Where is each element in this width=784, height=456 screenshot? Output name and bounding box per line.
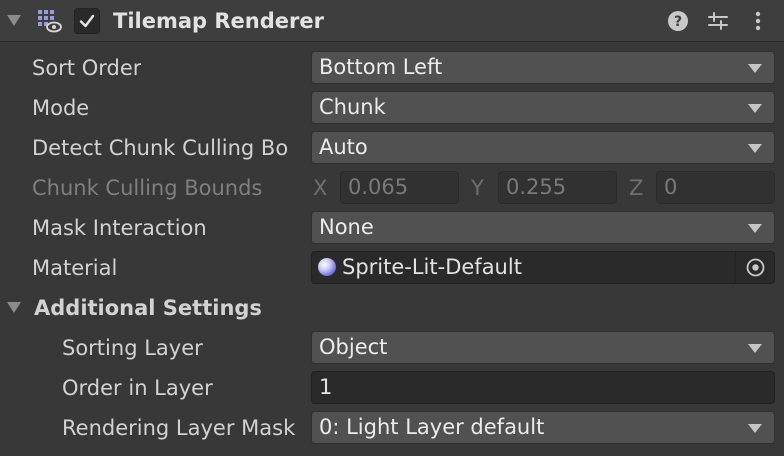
chunk-bounds-y-value: 0.255 <box>506 175 567 199</box>
sort-order-value: Bottom Left <box>319 55 443 79</box>
chevron-down-icon <box>748 144 762 153</box>
more-options-icon[interactable] <box>746 9 770 33</box>
chunk-culling-bounds-label: Chunk Culling Bounds <box>32 176 263 200</box>
chevron-down-icon <box>748 344 762 353</box>
tilemap-renderer-icon <box>38 10 62 33</box>
chunk-bounds-x-field: 0.065 <box>340 171 459 204</box>
sorting-layer-dropdown[interactable]: Object <box>311 331 775 364</box>
y-axis-label: Y <box>471 176 484 200</box>
detect-chunk-culling-bounds-label: Detect Chunk Culling Bo <box>32 136 289 160</box>
enabled-checkbox[interactable] <box>74 8 100 34</box>
chunk-bounds-z-field: 0 <box>656 171 775 204</box>
rendering-layer-mask-label: Rendering Layer Mask <box>62 416 296 440</box>
z-axis-label: Z <box>629 176 644 200</box>
mode-label: Mode <box>32 96 90 120</box>
order-in-layer-field[interactable]: 1 <box>311 371 775 404</box>
foldout-arrow-icon[interactable] <box>7 302 21 313</box>
checkbox-check-icon <box>79 14 95 28</box>
sort-order-dropdown[interactable]: Bottom Left <box>311 51 775 84</box>
component-title: Tilemap Renderer <box>113 9 324 33</box>
rendering-layer-mask-dropdown[interactable]: 0: Light Layer default <box>311 411 775 444</box>
additional-settings-title[interactable]: Additional Settings <box>34 293 262 323</box>
detect-chunk-culling-bounds-value: Auto <box>319 135 368 159</box>
chevron-down-icon <box>748 104 762 113</box>
mode-value: Chunk <box>319 95 386 119</box>
material-icon <box>318 258 336 276</box>
x-axis-label: X <box>313 176 328 200</box>
order-in-layer-value: 1 <box>319 375 333 399</box>
rendering-layer-mask-value: 0: Light Layer default <box>319 415 545 439</box>
tilemap-renderer-inspector: Tilemap Renderer ? Sort Order Bottom Lef… <box>0 0 784 456</box>
chevron-down-icon <box>748 64 762 73</box>
chunk-bounds-x-value: 0.065 <box>348 175 409 199</box>
chunk-bounds-y-field: 0.255 <box>498 171 617 204</box>
mask-interaction-label: Mask Interaction <box>32 216 207 240</box>
detect-chunk-culling-bounds-dropdown[interactable]: Auto <box>311 131 775 164</box>
presets-icon[interactable] <box>706 9 730 33</box>
sort-order-label: Sort Order <box>32 56 142 80</box>
component-header[interactable]: Tilemap Renderer ? <box>0 0 784 42</box>
chunk-bounds-z-value: 0 <box>664 175 678 199</box>
chevron-down-icon <box>748 224 762 233</box>
mode-dropdown[interactable]: Chunk <box>311 91 775 124</box>
help-icon[interactable]: ? <box>666 9 690 33</box>
mask-interaction-dropdown[interactable]: None <box>311 211 775 244</box>
order-in-layer-label: Order in Layer <box>62 376 213 400</box>
material-object-field[interactable]: Sprite-Lit-Default <box>311 251 775 284</box>
mask-interaction-value: None <box>319 215 374 239</box>
material-value: Sprite-Lit-Default <box>342 255 522 279</box>
foldout-arrow-icon[interactable] <box>7 15 21 26</box>
chevron-down-icon <box>748 424 762 433</box>
svg-text:?: ? <box>674 14 682 30</box>
object-picker-icon[interactable] <box>745 257 766 278</box>
field-divider <box>735 252 736 283</box>
material-label: Material <box>32 256 118 280</box>
sorting-layer-value: Object <box>319 335 388 359</box>
sorting-layer-label: Sorting Layer <box>62 336 203 360</box>
